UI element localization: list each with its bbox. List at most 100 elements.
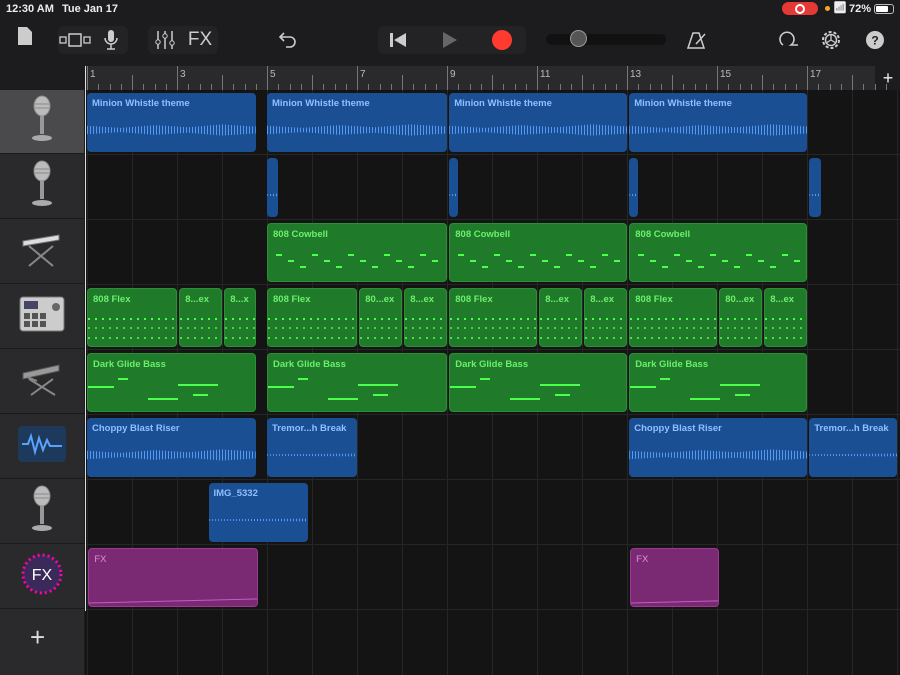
audio-region[interactable]: [449, 158, 459, 217]
bar-number: 7: [360, 69, 366, 80]
volume-knob[interactable]: [570, 30, 587, 47]
audio-region[interactable]: Tremor...h Break: [267, 418, 357, 477]
drum-region[interactable]: 808 Flex: [629, 288, 717, 347]
midi-note: [735, 394, 751, 396]
drum-region[interactable]: 808 Flex: [267, 288, 357, 347]
audio-region[interactable]: Minion Whistle theme: [87, 93, 256, 152]
track-lane[interactable]: Dark Glide Bass Dark Glide Bass Dark Glide…: [85, 350, 900, 415]
microphone-icon[interactable]: [98, 26, 124, 54]
drum-region[interactable]: 8...ex: [404, 288, 447, 347]
drum-region[interactable]: 8...ex: [179, 288, 222, 347]
track-lane[interactable]: IMG_5332: [85, 480, 900, 545]
track-lane[interactable]: [85, 155, 900, 220]
midi-note: [482, 266, 489, 268]
audio-region[interactable]: Minion Whistle theme: [449, 93, 627, 152]
track-lane[interactable]: 808 Cowbell 808 Cowbell 808 Cowbell: [85, 220, 900, 285]
midi-note: [746, 254, 753, 256]
drum-hits: [630, 318, 716, 320]
drum-hits: [630, 327, 716, 329]
audio-region[interactable]: Minion Whistle theme: [267, 93, 447, 152]
midi-region[interactable]: 808 Cowbell: [629, 223, 807, 282]
drum-hits: [540, 337, 581, 339]
play-icon[interactable]: [432, 26, 468, 54]
track-lane[interactable]: Choppy Blast Riser Tremor...h Break Choppy…: [85, 415, 900, 480]
fx-region[interactable]: FX: [630, 548, 720, 607]
bass-region[interactable]: Dark Glide Bass: [267, 353, 447, 412]
drum-region[interactable]: 808 Flex: [449, 288, 537, 347]
drum-hits: [765, 318, 806, 320]
bass-region[interactable]: Dark Glide Bass: [449, 353, 627, 412]
automation-curve: [631, 600, 719, 604]
midi-note: [660, 378, 671, 380]
timeline-ruler[interactable]: 1 3 5 7 9 11 13 15 17: [85, 66, 887, 91]
drum-region[interactable]: 8...ex: [764, 288, 807, 347]
midi-note: [276, 254, 282, 256]
master-volume-slider[interactable]: [546, 30, 666, 47]
drum-region[interactable]: 8...ex: [539, 288, 582, 347]
audio-region[interactable]: Choppy Blast Riser: [87, 418, 256, 477]
track-header[interactable]: [0, 285, 84, 349]
record-icon[interactable]: [484, 26, 520, 54]
battery-icon: [874, 4, 894, 14]
rewind-icon[interactable]: [380, 26, 416, 54]
midi-note: [432, 260, 438, 262]
midi-region[interactable]: 808 Cowbell: [449, 223, 627, 282]
track-header[interactable]: FX: [0, 545, 84, 609]
track-header[interactable]: [0, 155, 84, 219]
region-label: 80...ex: [725, 294, 755, 305]
track-header[interactable]: [0, 90, 84, 154]
region-label: 808 Flex: [635, 294, 673, 305]
bass-region[interactable]: Dark Glide Bass: [87, 353, 256, 412]
drum-region[interactable]: 8...x: [224, 288, 256, 347]
mixer-icon[interactable]: [150, 26, 180, 54]
track-header[interactable]: [0, 350, 84, 414]
audio-region[interactable]: IMG_5332: [208, 483, 308, 542]
midi-note: [360, 260, 366, 262]
audio-region[interactable]: Minion Whistle theme: [629, 93, 807, 152]
document-icon[interactable]: [14, 22, 36, 50]
waveform: [208, 518, 308, 522]
audio-region[interactable]: [267, 158, 279, 217]
settings-icon[interactable]: [818, 26, 844, 54]
track-view-icon[interactable]: [58, 26, 92, 54]
midi-note: [470, 260, 477, 262]
midi-note: [408, 266, 414, 268]
track-lane[interactable]: FX FX: [85, 545, 900, 610]
audio-region[interactable]: [629, 158, 639, 217]
loop-icon[interactable]: [775, 26, 801, 54]
drum-region[interactable]: 808 Flex: [87, 288, 177, 347]
microphone-icon: [27, 484, 57, 539]
audio-region[interactable]: Tremor...h Break: [809, 418, 897, 477]
drum-region[interactable]: 80...ex: [719, 288, 762, 347]
fx-region[interactable]: FX: [88, 548, 258, 607]
undo-icon[interactable]: [275, 26, 301, 54]
svg-text:?: ?: [871, 34, 878, 48]
drum-region[interactable]: 8...ex: [584, 288, 627, 347]
drum-hits: [180, 318, 221, 320]
audio-region[interactable]: Choppy Blast Riser: [629, 418, 807, 477]
track-lane[interactable]: 808 Flex 8...ex 8...x 808 Flex 80...ex 8...ex…: [85, 285, 900, 350]
screen-recording-indicator[interactable]: [782, 2, 818, 15]
track-headers: FX: [0, 90, 84, 675]
drum-hits: [765, 327, 806, 329]
midi-region[interactable]: 808 Cowbell: [267, 223, 447, 282]
fx-button[interactable]: FX: [185, 26, 215, 54]
add-track-button[interactable]: +: [30, 622, 45, 653]
playhead[interactable]: [85, 66, 86, 611]
track-lane[interactable]: Minion Whistle theme Minion Whistle theme…: [85, 90, 900, 155]
bar-number: 3: [180, 69, 186, 80]
add-section-button[interactable]: +: [876, 66, 900, 91]
drum-hits: [88, 318, 176, 320]
bass-region[interactable]: Dark Glide Bass: [629, 353, 807, 412]
track-header[interactable]: [0, 415, 84, 479]
drum-region[interactable]: 80...ex: [359, 288, 402, 347]
tracks-area[interactable]: Minion Whistle theme Minion Whistle theme…: [85, 90, 900, 675]
help-icon[interactable]: ?: [862, 26, 888, 54]
drum-hits: [585, 318, 626, 320]
track-header[interactable]: [0, 220, 84, 284]
track-header[interactable]: [0, 480, 84, 544]
audio-region[interactable]: [809, 158, 821, 217]
ruler-tick: [852, 75, 853, 91]
region-label: Tremor...h Break: [272, 423, 347, 434]
metronome-icon[interactable]: [685, 26, 709, 54]
